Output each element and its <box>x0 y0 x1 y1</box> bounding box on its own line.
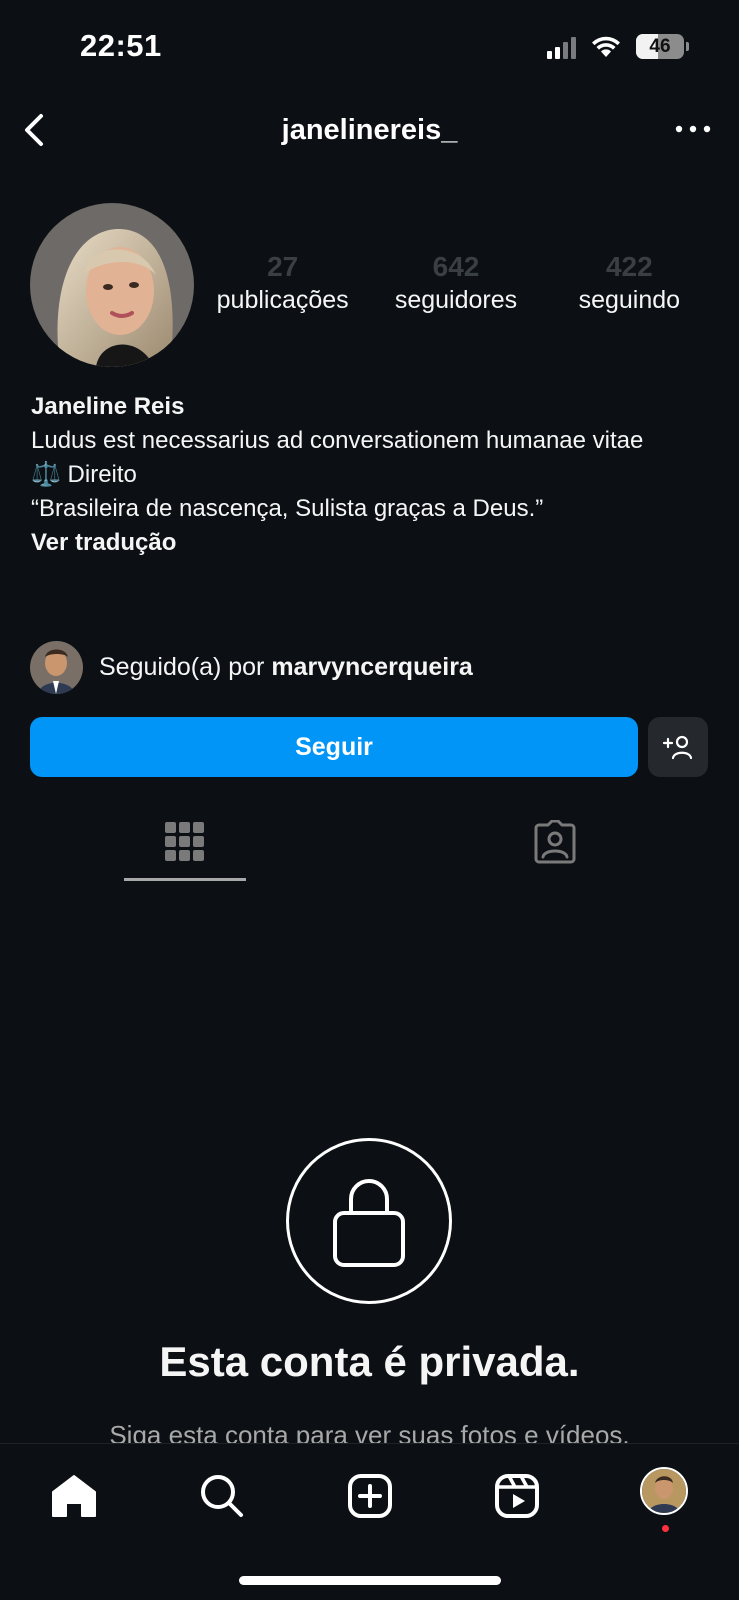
nav-home[interactable] <box>44 1466 104 1526</box>
bio-line: Ludus est necessarius ad conversationem … <box>31 427 644 454</box>
profile-header: janelinereis_ <box>0 106 739 156</box>
profile-tabs <box>0 808 739 884</box>
person-add-icon <box>662 735 693 760</box>
more-horizontal-icon <box>675 125 711 133</box>
username-title: janelinereis_ <box>281 114 458 146</box>
status-time: 22:51 <box>80 28 162 63</box>
search-icon <box>201 1475 243 1517</box>
tab-posts-grid[interactable] <box>124 808 246 884</box>
followed-by[interactable]: Seguido(a) por marvyncerqueira <box>30 641 473 694</box>
nav-profile-avatar[interactable] <box>640 1467 688 1515</box>
followed-by-text: Seguido(a) por marvyncerqueira <box>99 653 473 682</box>
stat-label: seguindo <box>578 286 681 314</box>
profile-photo <box>30 203 194 367</box>
profile-name: Janeline Reis <box>31 393 185 420</box>
follow-button[interactable]: Seguir <box>30 717 638 777</box>
suggested-accounts-button[interactable] <box>648 717 708 777</box>
battery-level: 46 <box>649 36 671 57</box>
plus-square-icon <box>348 1474 392 1518</box>
private-lock-badge <box>286 1138 452 1304</box>
more-options-button[interactable] <box>671 114 715 144</box>
profile-avatar[interactable] <box>30 203 194 367</box>
profile-bio: Janeline Reis Ludus est necessarius ad c… <box>31 390 721 560</box>
stat-posts[interactable]: 27 publicações <box>196 250 369 316</box>
reels-icon <box>495 1474 539 1518</box>
notification-dot <box>662 1525 669 1532</box>
wifi-icon <box>592 36 620 57</box>
home-indicator <box>239 1576 501 1585</box>
stat-value: 27 <box>267 251 299 282</box>
stat-followers[interactable]: 642 seguidores <box>369 250 542 316</box>
bio-line: ⚖️ Direito <box>31 461 137 488</box>
nav-search[interactable] <box>192 1466 252 1526</box>
follower-avatar <box>30 641 83 694</box>
tab-tagged[interactable] <box>494 808 616 884</box>
followed-by-user[interactable]: marvyncerqueira <box>271 653 473 681</box>
profile-stats: 27 publicações 642 seguidores 422 seguin… <box>196 250 716 316</box>
stat-label: seguidores <box>394 286 518 314</box>
grid-icon <box>165 822 204 861</box>
private-account-title: Esta conta é privada. <box>159 1338 580 1385</box>
see-translation-link[interactable]: Ver tradução <box>31 526 721 560</box>
tagged-person-icon <box>534 820 576 864</box>
bio-line: “Brasileira de nascença, Sulista graças … <box>31 495 544 522</box>
followed-by-prefix: Seguido(a) por <box>99 653 272 681</box>
lock-icon <box>333 1179 405 1267</box>
stat-value: 642 <box>432 251 480 282</box>
home-icon <box>52 1475 96 1517</box>
active-tab-indicator <box>124 878 246 881</box>
nav-reels[interactable] <box>487 1466 547 1526</box>
profile-screen: 22:51 46 janelinereis_ 27 publicações 64… <box>0 0 739 1600</box>
status-icons: 46 <box>547 34 689 59</box>
cellular-signal-icon <box>547 35 576 59</box>
stat-value: 422 <box>605 251 653 282</box>
nav-create[interactable] <box>340 1466 400 1526</box>
stat-following[interactable]: 422 seguindo <box>543 250 716 316</box>
stat-label: publicações <box>216 286 349 314</box>
battery-indicator: 46 <box>636 34 689 59</box>
